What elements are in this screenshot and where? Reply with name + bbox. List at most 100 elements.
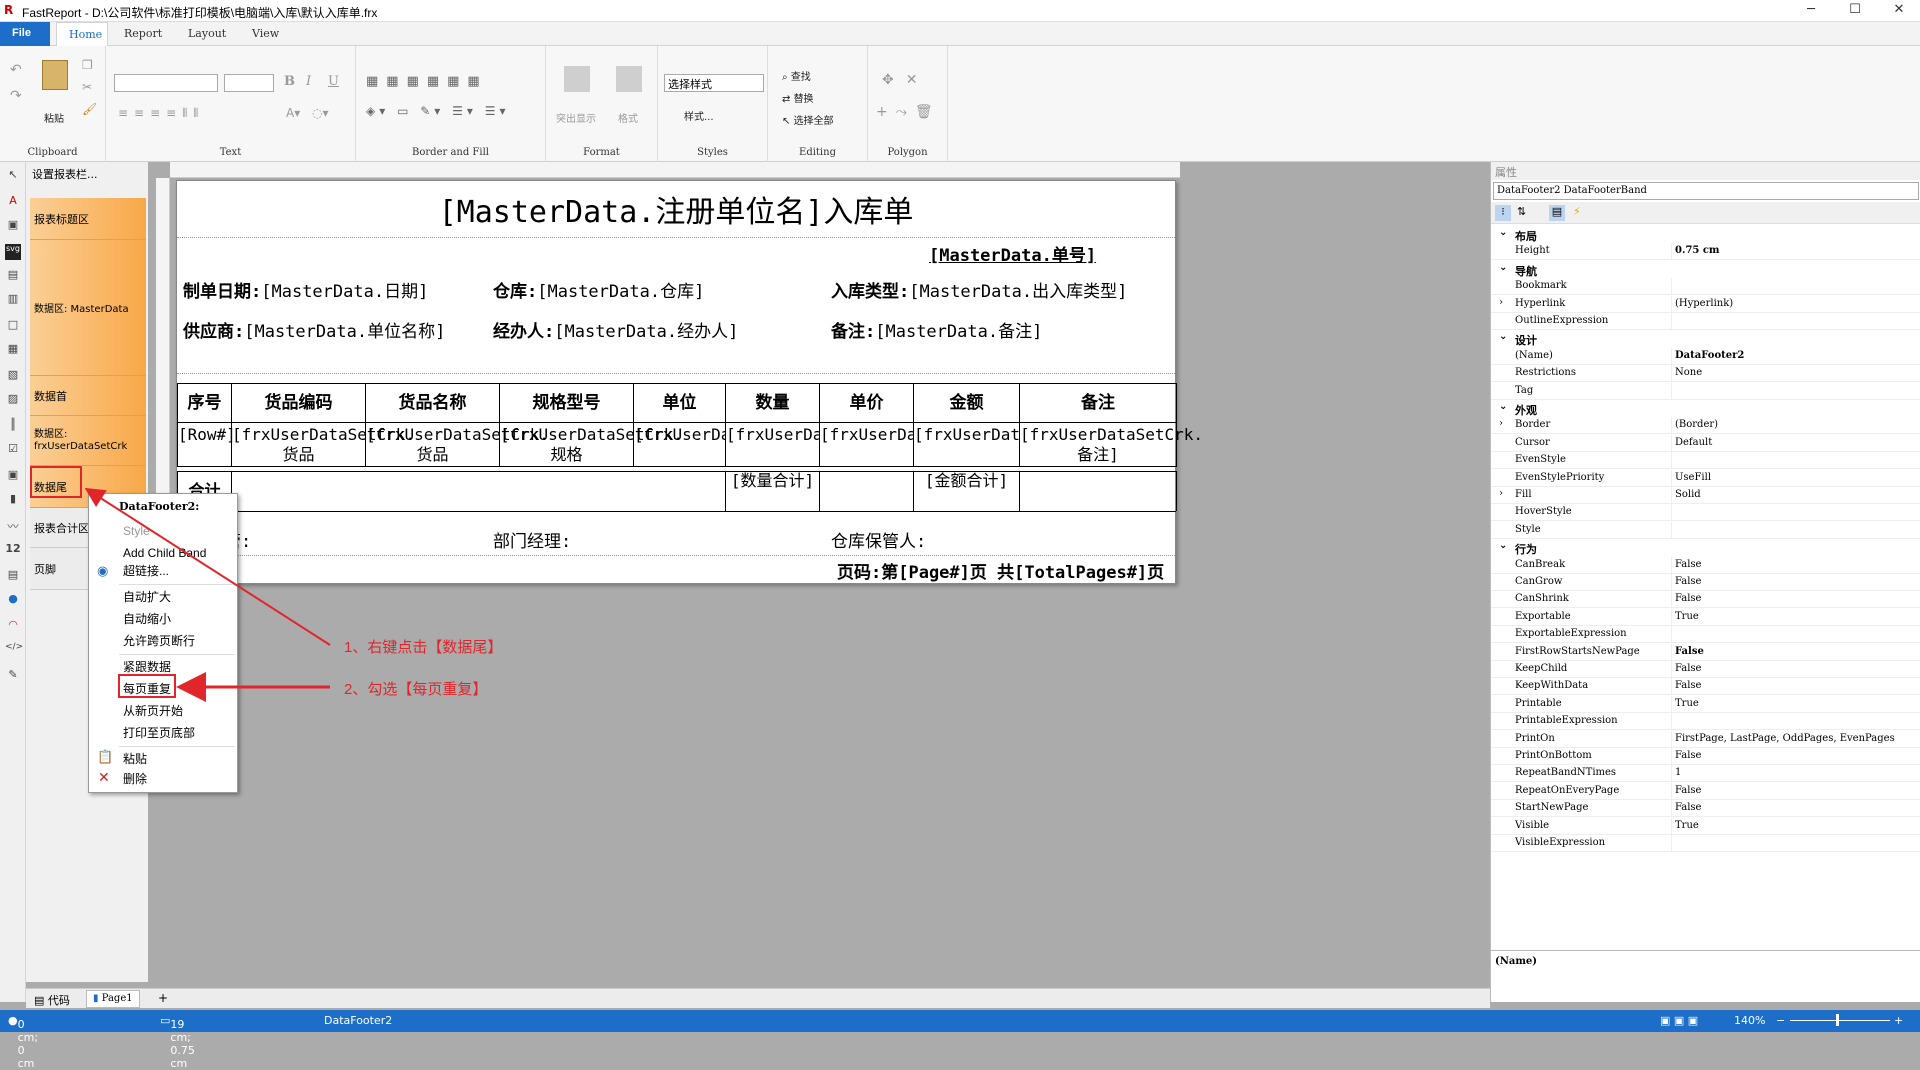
property-row[interactable]: › Border (Border) <box>1491 417 1920 435</box>
zoom-out-button[interactable]: − <box>1776 1014 1785 1027</box>
property-row[interactable]: (Name) DataFooter2 <box>1491 347 1920 365</box>
property-category[interactable]: ⌄ 布局 <box>1491 226 1920 243</box>
collapse-icon[interactable]: ⌄ <box>1499 262 1507 273</box>
property-row[interactable]: Bookmark <box>1491 278 1920 296</box>
close-button[interactable]: ✕ <box>1884 2 1914 20</box>
sum-empty-cell[interactable] <box>231 472 725 512</box>
field-supplier[interactable]: 供应商:[MasterData.单位名称] <box>183 317 445 342</box>
html-tool-icon[interactable]: </> <box>5 642 23 658</box>
select-tool-icon[interactable]: ↖ <box>5 168 21 184</box>
property-value[interactable]: UseFill <box>1675 472 1920 483</box>
maximize-button[interactable]: ☐ <box>1840 2 1870 20</box>
property-row[interactable]: Exportable True <box>1491 608 1920 626</box>
bold-button[interactable]: B <box>284 74 295 89</box>
property-row[interactable]: PrintOn FirstPage, LastPage, OddPages, Ev… <box>1491 730 1920 748</box>
subreport-tool-icon[interactable]: ▥ <box>5 292 21 308</box>
collapse-icon[interactable]: ⌄ <box>1499 401 1507 412</box>
zoom-in-button[interactable]: + <box>1894 1014 1903 1027</box>
property-value[interactable]: False <box>1675 576 1920 587</box>
fill-color-icons[interactable]: ◈▾ ▭ ✎▾ ☰▾ ☰▾ <box>366 104 510 118</box>
sum-qty-cell[interactable]: [数量合计] <box>725 472 819 512</box>
svg-tool-icon[interactable]: svg <box>5 244 21 260</box>
property-value[interactable]: 0.75 cm <box>1675 245 1920 256</box>
header-cell[interactable]: 规格型号 <box>499 383 633 423</box>
zoom-slider[interactable] <box>1790 1020 1890 1021</box>
data-cell[interactable]: [frxUserDataSetCrk.货品 <box>231 423 415 467</box>
data-cell[interactable]: [frxUserDataSetCrk.备注] <box>1019 423 1203 467</box>
property-value[interactable]: Solid <box>1675 489 1920 500</box>
property-row[interactable]: CanBreak False <box>1491 556 1920 574</box>
map-tool-icon[interactable]: ● <box>5 592 21 608</box>
property-row[interactable]: Cursor Default <box>1491 434 1920 452</box>
events-icon[interactable]: ⚡ <box>1573 205 1581 218</box>
header-cell[interactable]: 序号 <box>177 383 231 423</box>
band-data-crk[interactable]: 数据区: frxUserDataSetCrk <box>30 416 146 466</box>
sum-amount-cell[interactable]: [金额合计] <box>913 472 1019 512</box>
band-master-data[interactable]: 数据区: MasterData <box>30 240 146 376</box>
highlight-icon[interactable]: ◌▾ <box>312 106 329 120</box>
page1-tab[interactable]: ▮ Page1 <box>86 990 140 1008</box>
text-color-icon[interactable]: A▾ <box>286 106 300 120</box>
table-tool-icon[interactable]: ▦ <box>5 342 21 358</box>
menu-item-hyperlink[interactable]: 超链接... <box>89 560 237 582</box>
zoom-slider-thumb[interactable] <box>1836 1014 1839 1026</box>
property-row[interactable]: KeepWithData False <box>1491 678 1920 696</box>
image-tool-icon[interactable]: ▣ <box>5 468 21 484</box>
replace-button[interactable]: ⇄ 替换 <box>782 90 814 105</box>
undo-icon[interactable]: ↶ <box>10 62 22 78</box>
object-selector[interactable]: DataFooter2 DataFooterBand <box>1493 182 1919 200</box>
underline-button[interactable]: U <box>328 74 339 89</box>
property-row[interactable]: EvenStylePriority UseFill <box>1491 469 1920 487</box>
property-row[interactable]: Restrictions None <box>1491 365 1920 383</box>
menu-item-print-on-bottom[interactable]: 打印至页底部 <box>89 722 237 744</box>
property-value[interactable]: (Border) <box>1675 419 1920 430</box>
header-cell[interactable]: 数量 <box>725 383 819 423</box>
data-cell[interactable]: [frxUserDataSetC <box>633 423 725 467</box>
field-warehouse[interactable]: 仓库:[MasterData.仓库] <box>493 277 704 302</box>
property-row[interactable]: FirstRowStartsNewPage False <box>1491 643 1920 661</box>
bill-number-field[interactable]: [MasterData.单号] <box>929 241 1096 266</box>
property-row[interactable]: EvenStyle <box>1491 452 1920 470</box>
polygon-move-icons[interactable]: ✥✕ <box>882 72 929 88</box>
property-value[interactable]: Default <box>1675 437 1920 448</box>
cut-icon[interactable]: ✂ <box>82 80 92 94</box>
tab-home[interactable]: Home <box>56 22 108 46</box>
checkbox-tool-icon[interactable]: ☑ <box>5 442 21 458</box>
property-value[interactable]: False <box>1675 663 1920 674</box>
configure-bands-button[interactable]: 设置报表栏... <box>32 166 98 182</box>
property-value[interactable]: False <box>1675 802 1920 813</box>
tab-view[interactable]: View <box>240 22 291 46</box>
property-row[interactable]: Visible True <box>1491 817 1920 835</box>
code-tab[interactable]: ▤ 代码 <box>34 992 70 1008</box>
font-size-combo[interactable] <box>224 74 274 92</box>
property-value[interactable]: False <box>1675 680 1920 691</box>
alignment-icons[interactable]: ≡≡≡≡⫴⫴ <box>118 106 204 121</box>
property-row[interactable]: Style <box>1491 521 1920 539</box>
footer-keeper[interactable]: 仓库保管人: <box>831 527 926 552</box>
property-row[interactable]: RepeatOnEveryPage False <box>1491 782 1920 800</box>
field-date[interactable]: 制单日期:[MasterData.日期] <box>183 277 428 302</box>
copy-icon[interactable]: ❐ <box>82 58 93 72</box>
property-value[interactable]: False <box>1675 785 1920 796</box>
property-row[interactable]: RepeatBandNTimes 1 <box>1491 765 1920 783</box>
matrix-tool-icon[interactable]: ▧ <box>5 368 21 384</box>
property-row[interactable]: ExportableExpression <box>1491 626 1920 644</box>
property-value[interactable]: 1 <box>1675 767 1920 778</box>
property-row[interactable]: › Fill Solid <box>1491 487 1920 504</box>
page-number-field[interactable]: 页码:第[Page#]页 共[TotalPages#]页 <box>837 558 1164 583</box>
property-category[interactable]: ⌄ 导航 <box>1491 260 1920 278</box>
tab-file[interactable]: File <box>0 22 50 46</box>
shape-tool-icon[interactable]: □ <box>5 318 21 334</box>
barcode-tool-icon[interactable]: ║ <box>5 418 21 434</box>
highlight-format-icon[interactable] <box>564 66 590 92</box>
zoom-fit-icons[interactable]: ▣ ▣ ▣ <box>1660 1014 1698 1027</box>
collapse-icon[interactable]: ⌄ <box>1499 227 1507 238</box>
font-name-combo[interactable] <box>114 74 218 92</box>
sort-az-icon[interactable]: ⇅ <box>1517 205 1526 218</box>
tab-layout[interactable]: Layout <box>176 22 238 46</box>
menu-item-can-grow[interactable]: 自动扩大 <box>89 586 237 608</box>
gauge-tool-icon[interactable]: ▤ <box>5 568 21 584</box>
property-value[interactable]: FirstPage, LastPage, OddPages, EvenPages <box>1675 733 1920 744</box>
property-row[interactable]: PrintOnBottom False <box>1491 748 1920 765</box>
property-value[interactable]: False <box>1675 559 1920 570</box>
